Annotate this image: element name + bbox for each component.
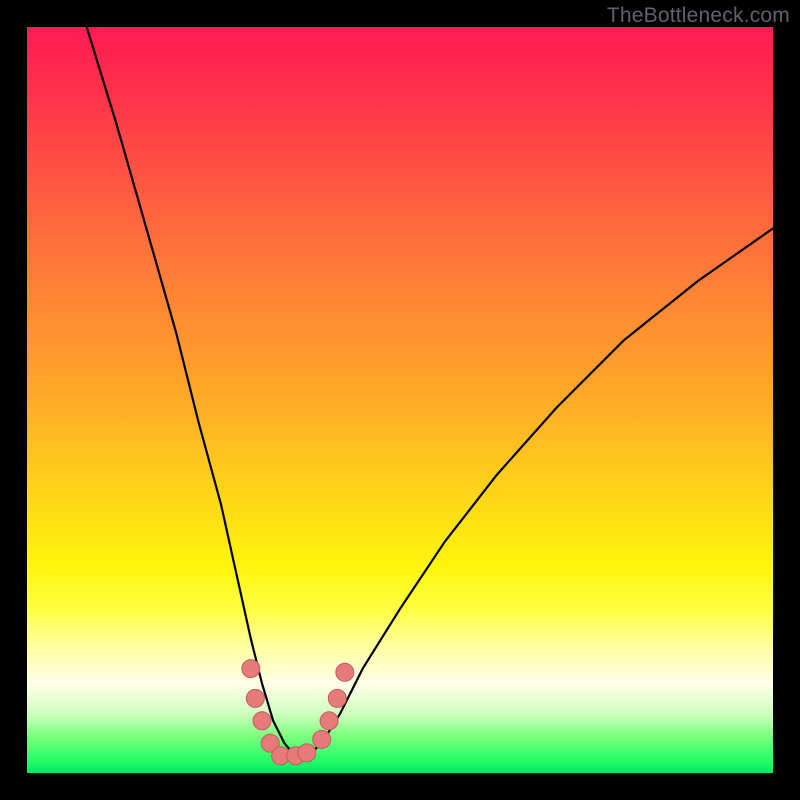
marker-point bbox=[242, 660, 260, 678]
marker-point bbox=[328, 689, 346, 707]
marker-point bbox=[320, 712, 338, 730]
marker-point bbox=[246, 689, 264, 707]
chart-frame: TheBottleneck.com bbox=[0, 0, 800, 800]
watermark-text: TheBottleneck.com bbox=[607, 4, 790, 28]
plot-area bbox=[27, 27, 773, 773]
marker-point bbox=[313, 730, 331, 748]
marker-point bbox=[336, 663, 354, 681]
chart-svg bbox=[27, 27, 773, 773]
marker-point bbox=[298, 744, 316, 762]
bottleneck-curve bbox=[87, 27, 773, 757]
highlight-markers bbox=[242, 660, 354, 765]
marker-point bbox=[253, 712, 271, 730]
